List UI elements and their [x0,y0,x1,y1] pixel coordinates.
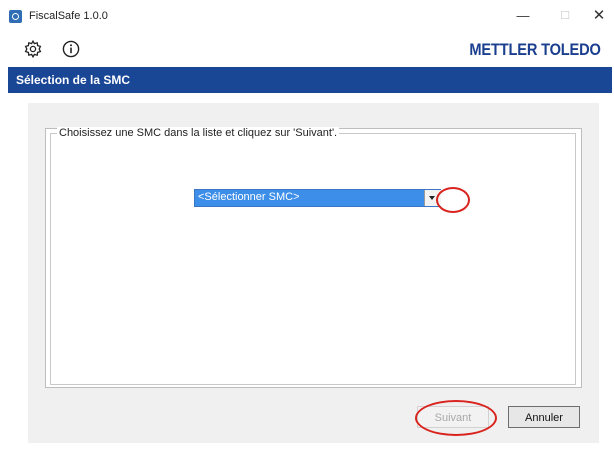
page-title: Sélection de la SMC [16,73,131,87]
app-icon [9,10,22,23]
annotation-circle [436,187,470,213]
maximize-button[interactable]: ☐ [550,6,580,26]
info-icon[interactable] [61,39,81,59]
window-title: FiscalSafe 1.0.0 [29,10,108,22]
minimize-button[interactable]: — [508,6,538,26]
smc-select-value: <Sélectionner SMC> [198,191,300,203]
header-bar: Sélection de la SMC [8,67,612,93]
group-legend: Choisissez une SMC dans la liste et cliq… [57,127,340,139]
gear-icon[interactable] [23,39,43,59]
brand-logo: METTLER TOLEDO [469,40,602,59]
annotation-circle [415,400,497,436]
close-button[interactable]: ✕ [584,6,614,26]
title-bar: FiscalSafe 1.0.0 — ☐ ✕ [0,0,614,32]
cancel-button[interactable]: Annuler [508,406,580,428]
group-box [50,133,576,385]
content-area: Choisissez une SMC dans la liste et cliq… [28,103,599,443]
smc-select[interactable]: <Sélectionner SMC> [194,189,441,207]
